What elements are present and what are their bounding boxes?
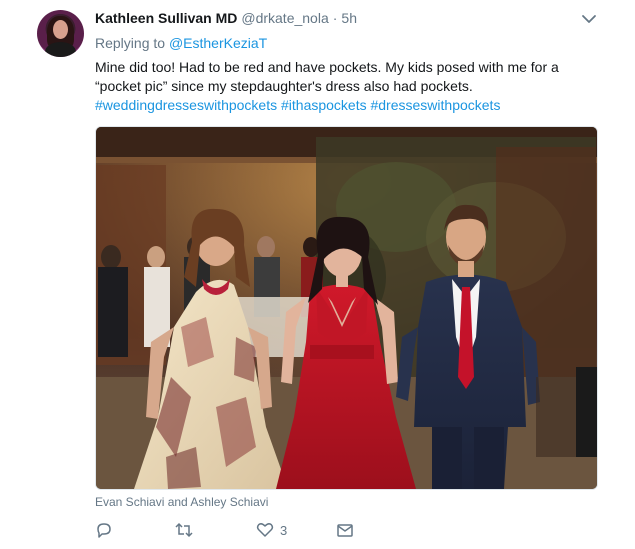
- tweet-actions: 3: [95, 519, 515, 541]
- separator-dot: ·: [332, 10, 338, 26]
- replying-prefix: Replying to: [95, 35, 166, 51]
- replying-to-link[interactable]: @EstherKeziaT: [169, 35, 267, 51]
- heart-icon: [256, 523, 274, 537]
- tweet-photo[interactable]: [95, 126, 598, 490]
- author-name[interactable]: Kathleen Sullivan MD: [95, 10, 237, 26]
- timestamp[interactable]: 5h: [341, 10, 357, 26]
- replying-to: Replying to @EstherKeziaT: [95, 35, 267, 51]
- like-button[interactable]: 3: [256, 519, 287, 541]
- retweet-icon: [175, 522, 193, 538]
- envelope-icon: [337, 524, 353, 537]
- retweet-button[interactable]: [175, 519, 193, 541]
- chevron-down-icon[interactable]: [581, 12, 597, 26]
- reply-button[interactable]: [95, 519, 113, 541]
- avatar-face: [53, 20, 68, 39]
- like-count: 3: [280, 522, 288, 538]
- photo-illustration: [96, 127, 597, 489]
- tweet-text: Mine did too! Had to be red and have poc…: [95, 58, 605, 115]
- tweet-text-line2: “pocket pic” since my stepdaughter's dre…: [95, 78, 473, 94]
- avatar[interactable]: [37, 10, 84, 57]
- direct-message-button[interactable]: [336, 519, 354, 541]
- hashtags[interactable]: #weddingdresseswithpockets #ithaspockets…: [95, 96, 605, 115]
- tweet-text-line1: Mine did too! Had to be red and have poc…: [95, 59, 559, 75]
- avatar-body: [45, 42, 76, 57]
- tweet-header: Kathleen Sullivan MD @drkate_nola · 5h: [95, 10, 357, 28]
- tweet-card[interactable]: Kathleen Sullivan MD @drkate_nola · 5h R…: [0, 0, 635, 549]
- photo-caption: Evan Schiavi and Ashley Schiavi: [95, 495, 269, 509]
- reply-icon: [97, 523, 111, 538]
- author-handle[interactable]: @drkate_nola: [241, 10, 328, 26]
